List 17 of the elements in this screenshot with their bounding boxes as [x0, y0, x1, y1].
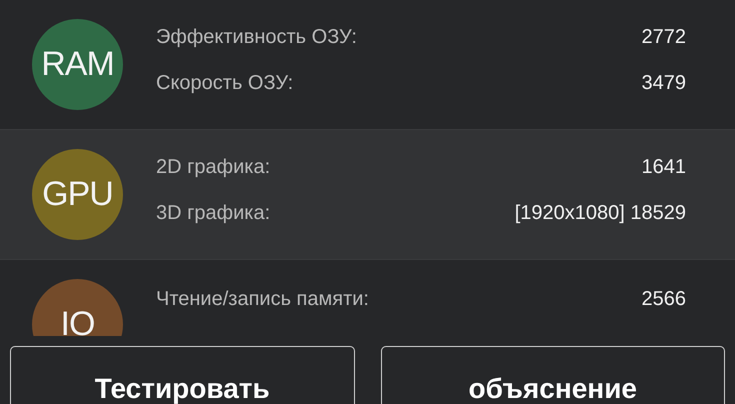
score-value: [1920x1080] 18529 — [514, 202, 686, 225]
score-value: 2772 — [642, 26, 686, 50]
score-value: 2566 — [642, 288, 686, 311]
benchmark-section[interactable]: GPU 2D графика: 1641 3D графика: [1920x1080] 18529 — [0, 130, 735, 260]
test-button[interactable]: Тестировать — [10, 346, 354, 404]
category-badge: GPU — [32, 149, 123, 240]
score-label: 2D графика: — [156, 156, 270, 180]
benchmark-section[interactable]: RAM Эффективность ОЗУ: 2772 Скорость ОЗУ: 3479 — [0, 0, 735, 130]
score-label: Чтение/запись памяти: — [156, 288, 369, 311]
score-value: 3479 — [642, 72, 686, 95]
score-value: 1641 — [642, 156, 686, 180]
score-label: Скорость ОЗУ: — [156, 72, 294, 95]
category-badge: RAM — [32, 19, 123, 110]
score-label: 3D графика: — [156, 202, 270, 225]
category-badge: IO — [32, 279, 123, 336]
explanation-button[interactable]: объяснение — [380, 346, 725, 404]
score-label: Эффективность ОЗУ: — [156, 26, 357, 50]
